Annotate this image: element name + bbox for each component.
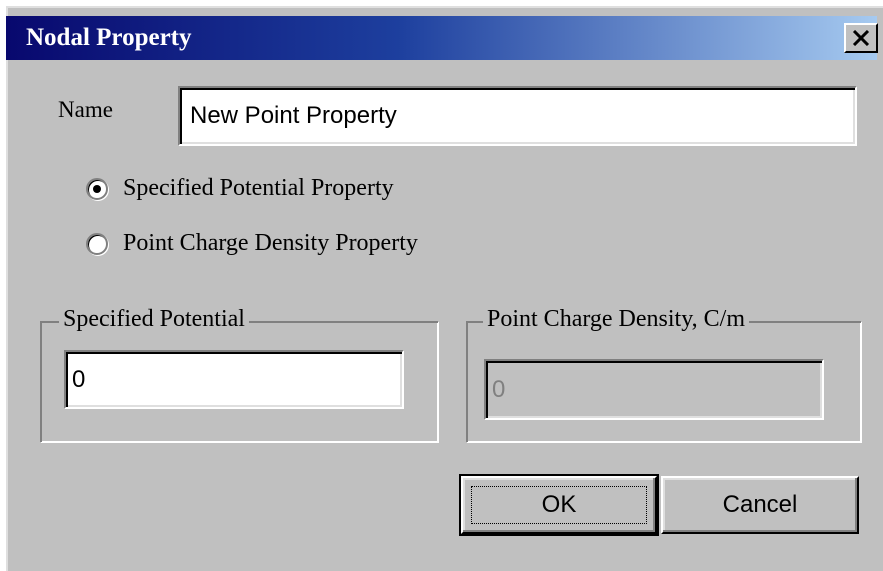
specified-potential-input[interactable] (64, 350, 404, 409)
title-bar[interactable]: Nodal Property (6, 16, 877, 60)
ok-button[interactable]: OK (459, 474, 659, 536)
radio-button-selected[interactable] (86, 177, 108, 200)
cancel-button[interactable]: Cancel (661, 476, 859, 534)
cancel-button-label: Cancel (722, 491, 798, 518)
close-button[interactable] (844, 23, 878, 53)
name-label: Name (58, 97, 113, 122)
radio-point-charge-density[interactable]: Point Charge Density Property (86, 230, 418, 257)
radio-button-unselected[interactable] (86, 232, 108, 255)
radio-label-specified-potential: Specified Potential Property (123, 175, 394, 201)
close-icon (852, 30, 870, 46)
point-charge-density-input (484, 359, 824, 420)
specified-potential-legend: Specified Potential (59, 306, 249, 333)
radio-specified-potential[interactable]: Specified Potential Property (86, 175, 394, 202)
point-charge-density-legend: Point Charge Density, C/m (483, 306, 749, 333)
dialog-title: Nodal Property (26, 24, 192, 51)
radio-label-point-charge-density: Point Charge Density Property (123, 230, 418, 256)
name-input[interactable] (178, 86, 857, 146)
ok-button-label: OK (541, 491, 577, 518)
